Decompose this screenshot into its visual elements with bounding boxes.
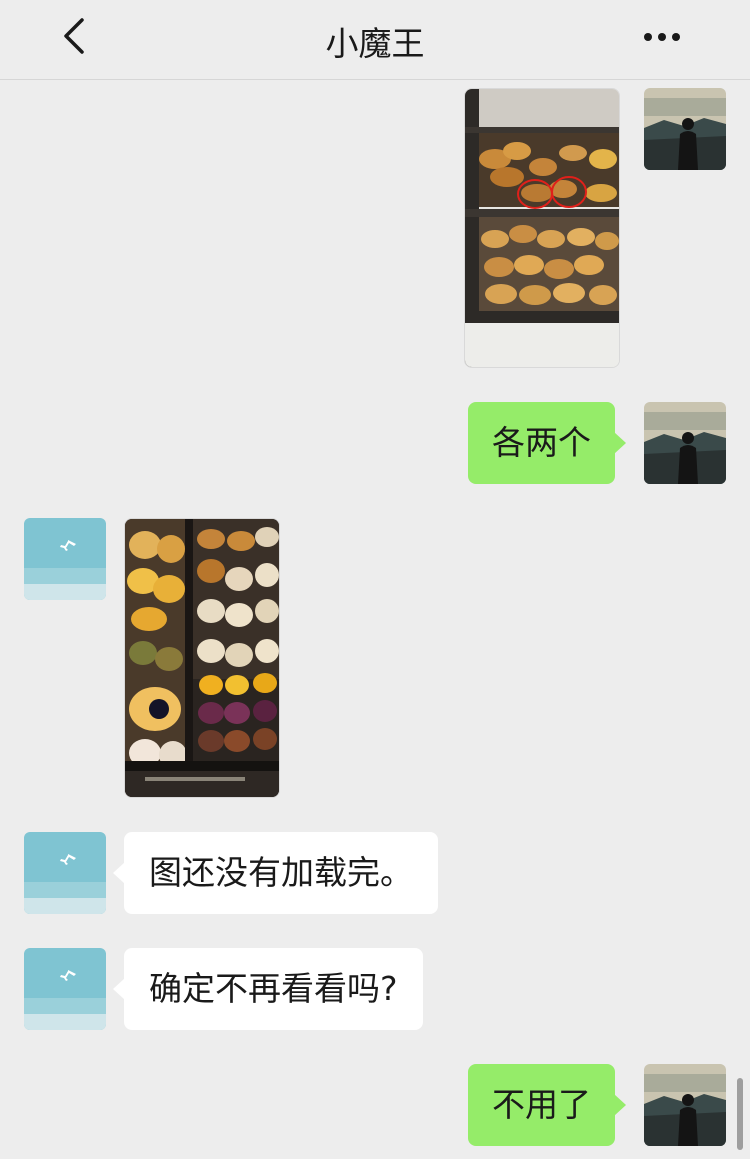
- avatar-landscape-icon: [644, 88, 726, 170]
- scrollbar[interactable]: [737, 1078, 743, 1150]
- avatar-landscape-icon: [644, 1064, 726, 1146]
- message-bubble-outgoing[interactable]: 不用了: [468, 1064, 626, 1146]
- avatar-sky-airplane-icon: [24, 948, 106, 1030]
- my-avatar[interactable]: [644, 402, 726, 484]
- more-dots-icon: [644, 33, 680, 41]
- message-image-pastries[interactable]: [124, 518, 280, 798]
- avatar-sky-airplane-icon: [24, 518, 106, 600]
- message-bubble-incoming[interactable]: 图还没有加载完。: [113, 832, 438, 914]
- avatar-sky-airplane-icon: [24, 832, 106, 914]
- message-bubble-incoming[interactable]: 确定不再看看吗?: [113, 948, 423, 1030]
- message-image-bakery[interactable]: [464, 88, 620, 368]
- more-button[interactable]: [638, 22, 686, 52]
- bakery-shelf-photo: [465, 89, 619, 367]
- pastry-display-photo: [125, 519, 279, 797]
- contact-avatar[interactable]: [24, 518, 106, 600]
- my-avatar[interactable]: [644, 88, 726, 170]
- contact-avatar[interactable]: [24, 832, 106, 914]
- chat-header: 小魔王: [0, 0, 750, 80]
- avatar-landscape-icon: [644, 402, 726, 484]
- contact-avatar[interactable]: [24, 948, 106, 1030]
- message-bubble-outgoing[interactable]: 各两个: [468, 402, 626, 484]
- my-avatar[interactable]: [644, 1064, 726, 1146]
